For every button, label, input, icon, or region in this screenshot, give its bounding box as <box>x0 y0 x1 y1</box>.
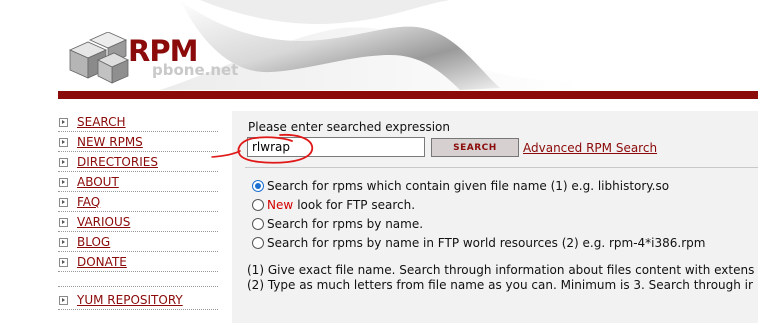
note-line-1: (1) Give exact file name. Search through… <box>247 263 755 277</box>
bullet-arrow-icon <box>59 257 68 267</box>
sidebar-link[interactable]: ABOUT <box>77 175 119 189</box>
logo-subtitle: pbone.net <box>152 61 239 79</box>
bullet-arrow-icon <box>59 237 68 247</box>
bullet-arrow-icon <box>59 197 68 207</box>
option-label: Search for rpms by name. <box>267 217 424 231</box>
sidebar-item-yum-repository[interactable]: YUM REPOSITORY <box>58 290 218 310</box>
new-badge: New <box>267 198 294 212</box>
advanced-search-link[interactable]: Advanced RPM Search <box>523 141 657 155</box>
option-by-name-ftp[interactable]: Search for rpms by name in FTP world res… <box>252 234 705 252</box>
radio-button[interactable] <box>252 199 264 211</box>
radio-button-selected[interactable] <box>252 180 264 192</box>
sidebar-link[interactable]: BLOG <box>77 235 110 249</box>
search-prompt: Please enter searched expression <box>248 120 450 134</box>
option-file-name[interactable]: Search for rpms which contain given file… <box>252 177 669 195</box>
sidebar-item-donate[interactable]: DONATE <box>58 252 218 272</box>
radio-button[interactable] <box>252 237 264 249</box>
option-by-name[interactable]: Search for rpms by name. <box>252 215 423 233</box>
search-button[interactable]: SEARCH <box>431 138 519 157</box>
sidebar-item-new-rpms[interactable]: NEW RPMS <box>58 132 218 152</box>
sidebar-item-blog[interactable]: BLOG <box>58 232 218 252</box>
sidebar-link[interactable]: NEW RPMS <box>77 135 143 149</box>
note-line-2: (2) Type as much letters from file name … <box>247 278 753 292</box>
bullet-arrow-icon <box>59 177 68 187</box>
sidebar-item-various[interactable]: VARIOUS <box>58 212 218 232</box>
bullet-arrow-icon <box>59 157 68 167</box>
panel-divider <box>245 167 758 168</box>
sidebar-divider <box>58 309 218 310</box>
sidebar-link[interactable]: DIRECTORIES <box>77 155 158 169</box>
sidebar-link[interactable]: VARIOUS <box>77 215 130 229</box>
sidebar-link[interactable]: FAQ <box>77 195 100 209</box>
sidebar-item-directories[interactable]: DIRECTORIES <box>58 152 218 172</box>
sidebar-divider <box>58 286 218 287</box>
sidebar-divider <box>58 271 218 272</box>
bullet-arrow-icon <box>59 137 68 147</box>
option-label: Search for rpms by name in FTP world res… <box>267 236 706 250</box>
bullet-arrow-icon <box>59 117 68 127</box>
sidebar-item-faq[interactable]: FAQ <box>58 192 218 212</box>
sidebar-link[interactable]: DONATE <box>77 255 127 269</box>
bullet-arrow-icon <box>59 217 68 227</box>
sidebar-link[interactable]: SEARCH <box>77 115 126 129</box>
site-header: RPM pbone.net <box>0 0 758 90</box>
option-ftp-search[interactable]: New look for FTP search. <box>252 196 415 214</box>
sidebar-link[interactable]: YUM REPOSITORY <box>77 293 183 307</box>
bullet-arrow-icon <box>59 295 68 305</box>
sidebar-item-about[interactable]: ABOUT <box>58 172 218 192</box>
radio-button[interactable] <box>252 218 264 230</box>
search-input[interactable] <box>247 137 425 157</box>
option-label: Search for rpms which contain given file… <box>267 179 670 193</box>
sidebar-item-search[interactable]: SEARCH <box>58 112 218 132</box>
option-label: look for FTP search. <box>297 198 416 212</box>
header-red-bar <box>58 91 758 99</box>
